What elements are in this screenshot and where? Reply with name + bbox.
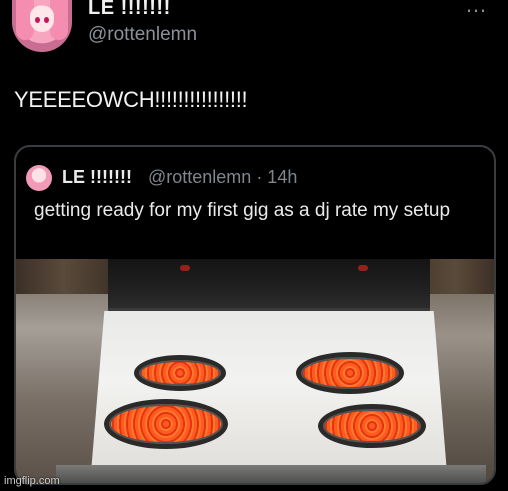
stove-front-edge [56, 465, 486, 483]
quoted-tweet-text: getting ready for my first gig as a dj r… [34, 200, 451, 221]
burner-front-left [104, 399, 228, 449]
burner-front-right [318, 404, 426, 448]
avatar-eye-left [35, 17, 40, 23]
more-options-icon[interactable]: … [460, 0, 494, 16]
indicator-light [358, 265, 368, 271]
burner-back-left [134, 355, 226, 391]
stove-backsplash [108, 259, 430, 311]
user-handle[interactable]: @rottenlemn [88, 24, 197, 46]
quoted-handle-time: @rottenlemn · 14h [148, 167, 298, 187]
watermark: imgflip.com [4, 475, 60, 487]
quoted-avatar[interactable] [26, 165, 52, 191]
avatar-face [30, 6, 54, 32]
tweet-text: YEEEEOWCH!!!!!!!!!!!!!!!! [14, 87, 248, 112]
quoted-tweet-card[interactable]: LE !!!!!!! @rottenlemn · 14h getting rea… [14, 145, 496, 485]
quoted-display-name[interactable]: LE !!!!!!! [62, 166, 132, 188]
indicator-light [180, 265, 190, 271]
avatar[interactable] [12, 0, 72, 52]
stovetop [90, 311, 448, 483]
tweet-screenshot: LE !!!!!!! @rottenlemn … YEEEEOWCH!!!!!!… [0, 0, 508, 491]
display-name[interactable]: LE !!!!!!! [88, 0, 171, 18]
avatar-eye-right [44, 17, 49, 23]
quoted-tweet-image[interactable] [16, 259, 494, 483]
burner-back-right [296, 352, 404, 394]
